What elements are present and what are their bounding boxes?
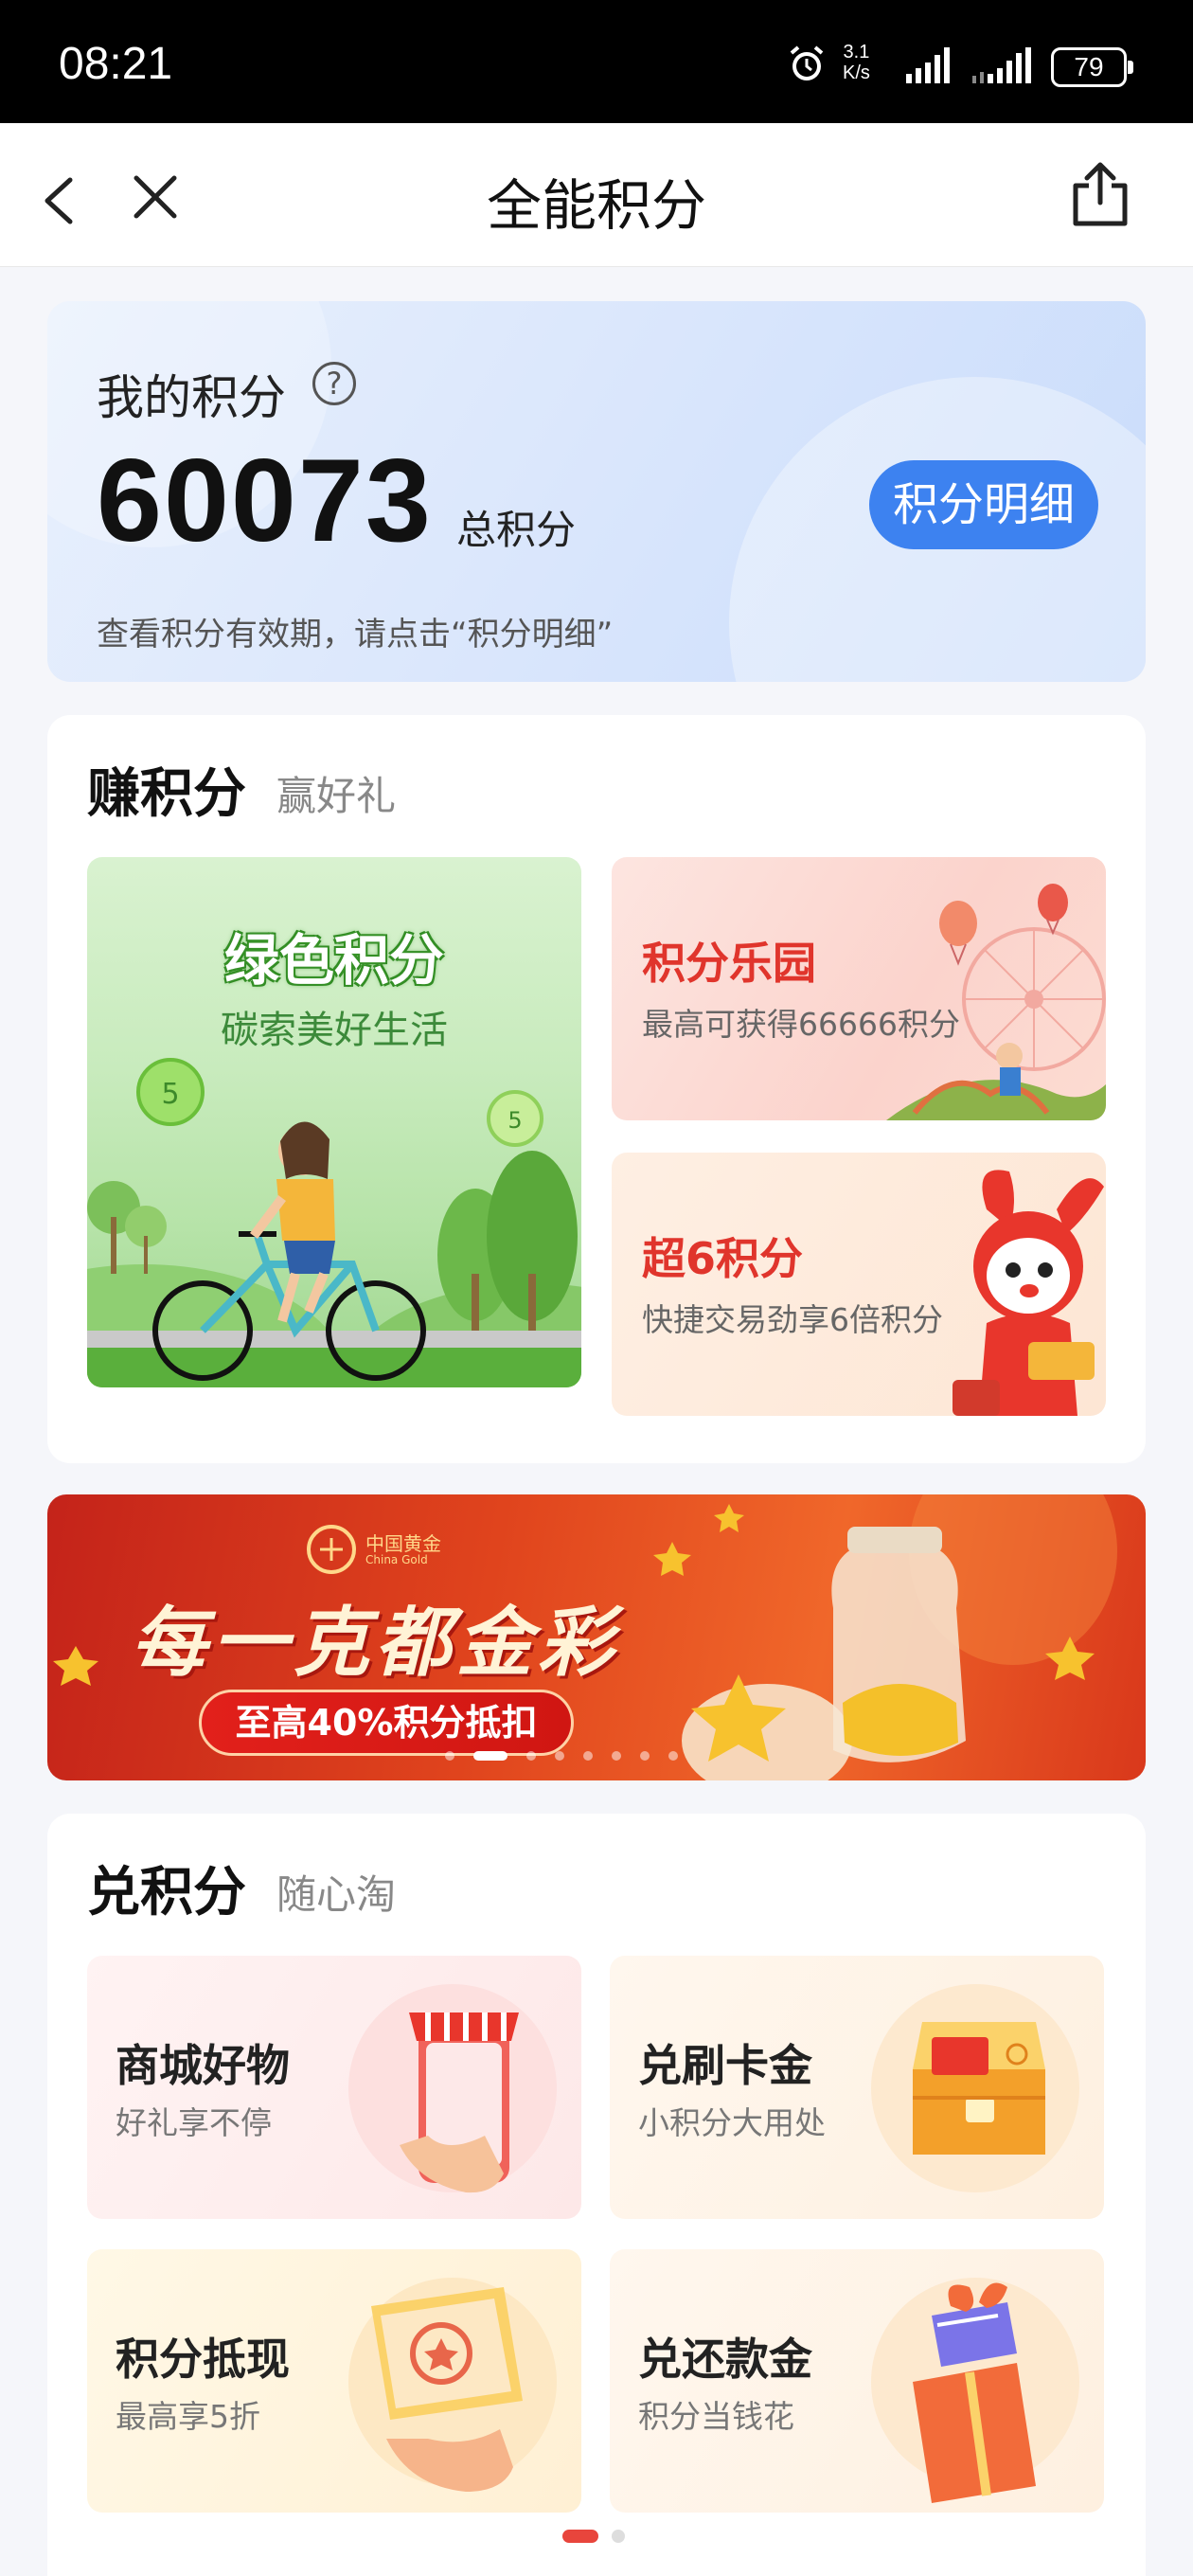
carousel-dot[interactable] bbox=[526, 1751, 536, 1761]
card-credit-title: 兑刷卡金 bbox=[638, 2040, 812, 2091]
pager-dot-active[interactable] bbox=[562, 2530, 598, 2543]
repayment-title: 兑还款金 bbox=[638, 2334, 812, 2385]
mall-goods-card[interactable]: 商城好物 好礼享不停 bbox=[87, 1956, 581, 2219]
carousel-dot[interactable] bbox=[555, 1751, 564, 1761]
signal-icon bbox=[906, 47, 950, 83]
green-points-title: 绿色积分 bbox=[223, 928, 444, 993]
status-bar: 08:21 3.1 K/s 79 bbox=[0, 0, 1193, 123]
super-six-title: 超6积分 bbox=[642, 1233, 804, 1284]
net-speed-unit: K/s bbox=[843, 63, 870, 83]
card-credit-card[interactable]: 兑刷卡金 小积分大用处 bbox=[610, 1956, 1104, 2219]
repayment-subtitle: 积分当钱花 bbox=[638, 2398, 794, 2435]
green-points-subtitle: 碳索美好生活 bbox=[221, 1009, 448, 1052]
signal-2-icon bbox=[972, 47, 1031, 83]
banner-slogan: 每一克都金彩 bbox=[131, 1599, 619, 1687]
help-icon[interactable]: ? bbox=[312, 362, 356, 405]
carousel-dot[interactable] bbox=[473, 1751, 507, 1761]
points-hint: 查看积分有效期，请点击“积分明细” bbox=[97, 616, 614, 653]
battery-icon: 79 bbox=[1051, 47, 1133, 87]
points-cash-title: 积分抵现 bbox=[116, 2334, 290, 2385]
points-detail-button[interactable]: 积分明细 bbox=[869, 460, 1098, 549]
carousel-dot[interactable] bbox=[640, 1751, 650, 1761]
redeem-points-section: 兑积分 随心淘 商城好物 好礼享不停 兑刷卡金 小积分大用处 积分抵现 最高享5… bbox=[47, 1814, 1146, 2576]
points-label: 我的积分 bbox=[97, 370, 286, 425]
card-credit-subtitle: 小积分大用处 bbox=[638, 2104, 826, 2141]
section-title: 兑积分 bbox=[87, 1862, 246, 1923]
super-six-points-card[interactable]: 超6积分 快捷交易劲享6倍积分 bbox=[612, 1153, 1106, 1416]
super-six-subtitle: 快捷交易劲享6倍积分 bbox=[642, 1301, 943, 1338]
repayment-card[interactable]: 兑还款金 积分当钱花 bbox=[610, 2249, 1104, 2513]
points-cash-subtitle: 最高享5折 bbox=[116, 2398, 260, 2435]
brand-name: 中国黄金 bbox=[365, 1532, 441, 1555]
points-park-subtitle: 最高可获得66666积分 bbox=[642, 1006, 960, 1043]
pager-dot[interactable] bbox=[612, 2530, 625, 2543]
carousel-dot[interactable] bbox=[583, 1751, 593, 1761]
points-park-card[interactable]: 积分乐园 最高可获得66666积分 bbox=[612, 857, 1106, 1120]
points-park-title: 积分乐园 bbox=[642, 938, 816, 989]
section-pager bbox=[562, 2529, 625, 2547]
nav-bar: 全能积分 bbox=[0, 123, 1193, 267]
battery-level: 79 bbox=[1074, 52, 1104, 81]
net-speed-value: 3.1 bbox=[843, 42, 870, 63]
section-subtitle: 赢好礼 bbox=[276, 773, 397, 819]
carousel-dot[interactable] bbox=[668, 1751, 678, 1761]
alarm-icon bbox=[790, 45, 824, 80]
carousel-dot[interactable] bbox=[612, 1751, 621, 1761]
earn-points-section: 赚积分 赢好礼 5 5 绿色积分 碳索美好生活 积分乐园 最高可获得66666积… bbox=[47, 715, 1146, 1463]
brand-name-en: China Gold bbox=[365, 1553, 428, 1566]
promo-banner[interactable]: 中国黄金 China Gold 每一克都金彩 至高40%积分抵扣 bbox=[47, 1494, 1146, 1780]
mall-goods-subtitle: 好礼享不停 bbox=[116, 2104, 272, 2141]
status-time: 08:21 bbox=[59, 39, 173, 89]
carousel-dot[interactable] bbox=[445, 1751, 454, 1761]
green-points-card[interactable]: 5 5 绿色积分 碳索美好生活 bbox=[87, 857, 581, 1387]
points-value: 60073 bbox=[97, 436, 433, 566]
section-subtitle: 随心淘 bbox=[276, 1871, 397, 1918]
coin-value: 5 bbox=[161, 1078, 179, 1111]
mall-goods-title: 商城好物 bbox=[116, 2040, 290, 2091]
net-speed: 3.1 K/s bbox=[843, 42, 870, 83]
banner-carousel-dots bbox=[445, 1746, 697, 1764]
points-cash-card[interactable]: 积分抵现 最高享5折 bbox=[87, 2249, 581, 2513]
points-card: 我的积分 ? 60073 总积分 积分明细 查看积分有效期，请点击“积分明细” bbox=[47, 301, 1146, 682]
coin-value: 5 bbox=[507, 1107, 522, 1134]
section-title: 赚积分 bbox=[87, 763, 246, 825]
points-unit: 总积分 bbox=[456, 507, 577, 553]
share-icon[interactable] bbox=[1068, 161, 1132, 229]
page-title: 全能积分 bbox=[486, 173, 706, 238]
